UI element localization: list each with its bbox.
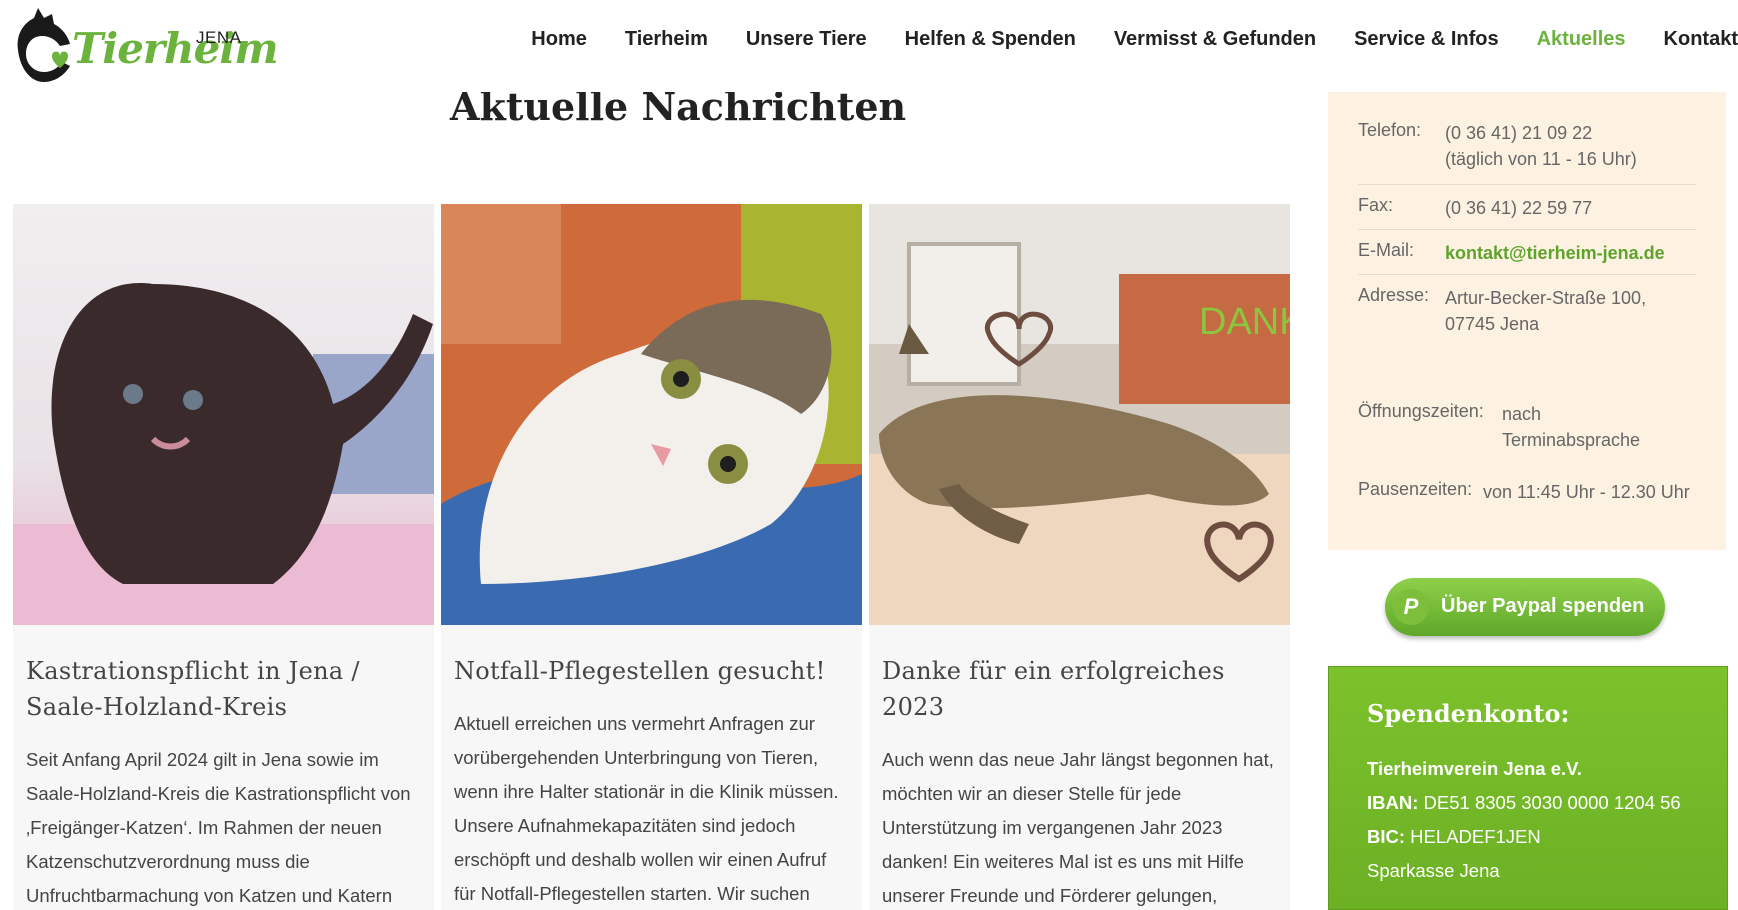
news-card[interactable]: Kastrationspflicht in Jena / Saale-Holzl… [13, 204, 434, 910]
news-card[interactable]: DANK Danke für ein erfolgreiches 2023 Au… [869, 204, 1290, 910]
bic-value: HELADEF1JEN [1410, 826, 1541, 847]
paypal-icon: P [1393, 589, 1429, 625]
contact-email: E-Mail: kontakt@tierheim-jena.de [1358, 230, 1696, 275]
nav-item-unsere-tiere[interactable]: Unsere Tiere [746, 28, 867, 58]
nav-item-home[interactable]: Home [531, 28, 587, 58]
donation-holder: Tierheimverein Jena e.V. [1367, 758, 1582, 779]
site-logo[interactable]: Tierheim JENA [12, 6, 279, 82]
nav-item-service-infos[interactable]: Service & Infos [1354, 28, 1499, 58]
phone-label: Telefon: [1358, 120, 1422, 140]
donation-bank: Sparkasse Jena [1367, 860, 1500, 881]
fax-value: (0 36 41) 22 59 77 [1445, 198, 1593, 218]
nav-item-vermisst-gefunden[interactable]: Vermisst & Gefunden [1114, 28, 1316, 58]
donation-iban: IBAN: DE51 8305 3030 0000 1204 56 [1367, 786, 1689, 820]
news-excerpt: Seit Anfang April 2024 gilt in Jena sowi… [26, 749, 411, 906]
site-header: Tierheim JENA Home Tierheim Unsere Tiere… [0, 0, 1738, 92]
news-title[interactable]: Danke für ein erfolgreiches 2023 [882, 653, 1277, 725]
iban-label: IBAN: [1367, 792, 1419, 813]
news-title[interactable]: Notfall-Pflegestellen gesucht! [454, 653, 849, 689]
phone-value[interactable]: (0 36 41) 21 09 22 [1445, 120, 1637, 146]
break-label: Pausenzeiten: [1358, 479, 1473, 499]
contact-break-hours: Pausenzeiten: von 11:45 Uhr - 12.30 Uhr [1358, 453, 1696, 505]
iban-value: DE51 8305 3030 0000 1204 56 [1423, 792, 1681, 813]
address-label: Adresse: [1358, 285, 1430, 305]
email-label: E-Mail: [1358, 240, 1415, 260]
donation-heading: Spendenkonto: [1367, 699, 1570, 728]
phone-hours: (täglich von 11 - 16 Uhr) [1445, 149, 1637, 169]
break-value: von 11:45 Uhr - 12.30 Uhr [1483, 482, 1690, 502]
contact-box: Telefon: (0 36 41) 21 09 22 (täglich von… [1328, 92, 1726, 550]
opening-value-2: Terminabsprache [1502, 430, 1641, 450]
nav-item-kontakt[interactable]: Kontakt [1664, 28, 1738, 58]
email-link[interactable]: kontakt@tierheim-jena.de [1445, 243, 1665, 263]
news-excerpt: Auch wenn das neue Jahr längst begonnen … [882, 749, 1274, 906]
nav-item-aktuelles[interactable]: Aktuelles [1537, 28, 1626, 58]
news-list: Kastrationspflicht in Jena / Saale-Holzl… [13, 204, 1291, 910]
image-overlay-text: DANK [1199, 301, 1290, 343]
contact-address: Adresse: Artur-Becker-Straße 100, 07745 … [1358, 275, 1696, 337]
donation-bic: BIC: HELADEF1JEN [1367, 820, 1689, 854]
bic-label: BIC: [1367, 826, 1406, 847]
donation-account-box: Spendenkonto: Tierheimverein Jena e.V. I… [1328, 666, 1728, 910]
news-title[interactable]: Kastrationspflicht in Jena / Saale-Holzl… [26, 653, 421, 725]
address-line2: 07745 Jena [1445, 314, 1540, 334]
news-image-kitten[interactable] [13, 204, 434, 625]
contact-phone: Telefon: (0 36 41) 21 09 22 (täglich von… [1358, 92, 1696, 185]
fax-label: Fax: [1358, 195, 1394, 215]
news-image-thank-you-cat[interactable]: DANK [869, 204, 1290, 625]
news-image-cat-blanket[interactable] [441, 204, 862, 625]
logo-wordmark: Tierheim [72, 24, 279, 73]
nav-item-tierheim[interactable]: Tierheim [625, 28, 708, 58]
nav-item-helfen-spenden[interactable]: Helfen & Spenden [905, 28, 1076, 58]
news-card[interactable]: Notfall-Pflegestellen gesucht! Aktuell e… [441, 204, 862, 910]
paypal-donate-button[interactable]: P Über Paypal spenden [1385, 578, 1665, 636]
opening-value-1: nach [1502, 404, 1542, 424]
contact-opening-hours: Öffnungszeiten: nach Terminabsprache [1358, 337, 1696, 453]
address-line1: Artur-Becker-Straße 100, [1445, 288, 1647, 308]
paypal-label: Über Paypal spenden [1441, 595, 1645, 617]
news-excerpt: Aktuell erreichen uns vermehrt Anfragen … [454, 713, 839, 904]
logo-city: JENA [196, 28, 242, 47]
contact-fax: Fax: (0 36 41) 22 59 77 [1358, 185, 1696, 230]
opening-label: Öffnungszeiten: [1358, 401, 1484, 421]
main-navigation: Home Tierheim Unsere Tiere Helfen & Spen… [493, 28, 1738, 58]
